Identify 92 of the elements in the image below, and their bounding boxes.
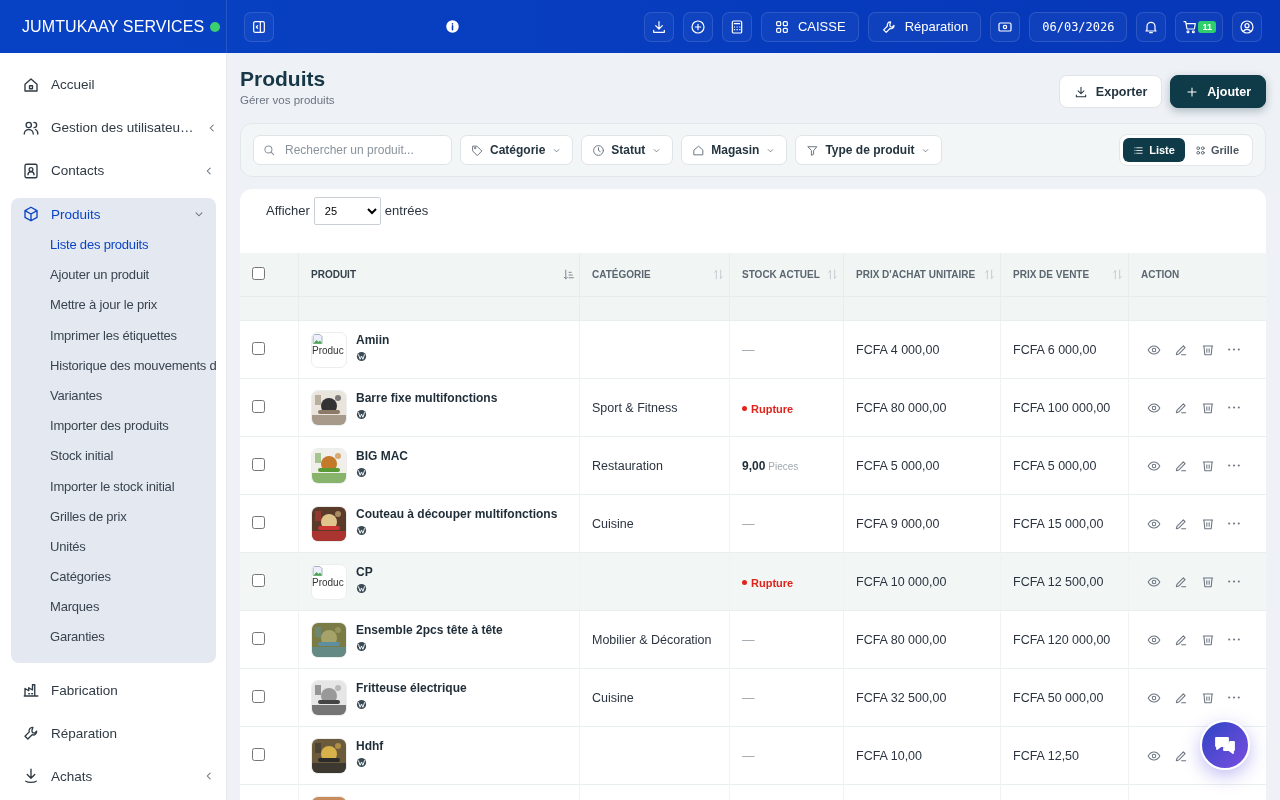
price-text: FCFA 10,00 <box>856 748 922 763</box>
submenu-item[interactable]: Ajouter un produit <box>11 260 216 291</box>
submenu-item[interactable]: Marques <box>11 592 216 623</box>
price-text: FCFA 80 000,00 <box>856 400 947 415</box>
price-text: FCFA 4 000,00 <box>856 342 940 357</box>
product-name: Barre fixe multifonctions <box>356 390 498 405</box>
filter-dropdown[interactable]: Statut <box>581 135 674 165</box>
sidebar-item[interactable]: Réparation <box>11 711 226 755</box>
search-field[interactable]: Rechercher un produit... <box>253 135 452 165</box>
product-name: Amiin <box>356 332 390 347</box>
empty-dash: — <box>742 516 755 531</box>
column-header: STOCK ACTUEL <box>742 269 820 280</box>
price-text: FCFA 50 000,00 <box>1013 690 1104 705</box>
stock-quantity: 9,00 <box>742 458 766 473</box>
category-text: Mobilier & Décoration <box>592 632 712 647</box>
product-name: Fritteuse électrique <box>356 680 467 695</box>
submenu-item[interactable]: Historique des mouvements d <box>11 350 216 381</box>
add-button[interactable]: Ajouter <box>1170 75 1266 108</box>
cashier-button[interactable]: CAISSE <box>760 11 859 42</box>
table-row[interactable]: BIG MAC Restauration 9,00 Pieces FCFA 5 000,00 FCFA 5 000,00 <box>240 436 1266 495</box>
empty-dash: — <box>742 342 755 357</box>
date-button[interactable]: 06/03/2026 <box>1029 11 1128 42</box>
table-row[interactable]: Barre fixe multifonctions Sport & Fitness Rupture FCFA 80 000,00 FCFA 100 000,00 <box>240 378 1266 437</box>
column-header: CATÉGORIE <box>592 269 651 280</box>
price-text: FCFA 15 000,00 <box>1013 516 1104 531</box>
export-button[interactable]: Exporter <box>1058 75 1163 108</box>
product-name: Ensemble 2pcs tête à tête <box>356 622 503 637</box>
filter-dropdown[interactable]: Magasin <box>681 135 788 165</box>
category-text: Restauration <box>592 458 663 473</box>
empty-dash: — <box>742 632 755 647</box>
stock-unit: Pieces <box>768 460 799 472</box>
page-title: Produits <box>240 66 327 92</box>
table-row[interactable]: Produc Amiin — FCFA 4 000,00 FCFA 6 000,00 <box>240 320 1266 379</box>
sidebar-item[interactable]: Gestion des utilisateu… <box>11 106 226 149</box>
submenu-item[interactable]: Importer le stock initial <box>11 471 216 502</box>
sidebar-item[interactable]: Accueil <box>11 63 226 106</box>
column-header: ACTION <box>1141 269 1180 280</box>
page-size-select[interactable]: 25 <box>313 197 381 225</box>
filter-dropdown[interactable]: Catégorie <box>460 135 574 165</box>
view-tab[interactable]: Grille <box>1184 138 1249 162</box>
show-label: Afficher <box>266 202 310 220</box>
submenu-item[interactable]: Importer des produits <box>11 411 216 442</box>
sidebar-item[interactable]: Contacts <box>11 149 226 192</box>
view-tab[interactable]: Liste <box>1123 138 1185 162</box>
repair-button[interactable]: Réparation <box>867 11 982 42</box>
table-row[interactable]: Produc CP Rupture FCFA 10 000,00 FCFA 12 500,00 <box>240 552 1266 611</box>
price-text: FCFA 10 000,00 <box>856 574 947 589</box>
product-name: CP <box>356 564 373 579</box>
price-text: FCFA 5 000,00 <box>1013 458 1097 473</box>
category-text: Cuisine <box>592 690 634 705</box>
price-text: FCFA 12 500,00 <box>1013 574 1104 589</box>
price-text: FCFA 9 000,00 <box>856 516 940 531</box>
sidebar-item[interactable]: Produits <box>11 198 216 230</box>
sidebar-item[interactable]: Achats <box>11 754 226 798</box>
submenu-item[interactable]: Stock initial <box>11 441 216 472</box>
count-badge: 11 <box>1198 20 1216 33</box>
filter-dropdown[interactable]: Type de produit <box>795 135 943 165</box>
submenu-item[interactable]: Unités <box>11 531 216 563</box>
column-header: PRIX D'ACHAT UNITAIRE <box>856 269 976 280</box>
submenu-item[interactable]: Imprimer les étiquettes <box>11 320 216 351</box>
submenu-item[interactable]: Garanties <box>11 622 216 653</box>
price-text: FCFA 100 000,00 <box>1013 400 1111 415</box>
alt-text: Produc <box>312 344 344 357</box>
price-text: FCFA 12,50 <box>1013 748 1079 763</box>
price-text: FCFA 120 000,00 <box>1013 632 1111 647</box>
submenu-item[interactable]: Grilles de prix <box>11 501 216 532</box>
empty-dash: — <box>742 748 755 763</box>
column-header: PRIX DE VENTE <box>1013 269 1090 280</box>
table-row[interactable]: Fritteuse électrique Cuisine — FCFA 32 500,00 FCFA 50 000,00 <box>240 668 1266 727</box>
entries-label: entrées <box>384 202 429 220</box>
price-text: FCFA 80 000,00 <box>856 632 947 647</box>
price-text: FCFA 32 500,00 <box>856 690 947 705</box>
sidebar-item[interactable]: Fabrication <box>11 668 226 712</box>
category-text: Sport & Fitness <box>592 400 678 415</box>
brand-name: JUMTUKAAY SERVICES <box>22 17 205 36</box>
category-text: Cuisine <box>592 516 634 531</box>
price-text: FCFA 6 000,00 <box>1013 342 1097 357</box>
empty-dash: — <box>742 690 755 705</box>
submenu-item[interactable]: Catégories <box>11 562 216 593</box>
product-name: Hdhf <box>356 738 384 753</box>
table-row[interactable]: Ensemble 2pcs tête à tête Mobilier & Décoration — FCFA 80 000,00 FCFA 120 000,00 <box>240 610 1266 669</box>
stock-status: Rupture <box>742 576 794 589</box>
submenu-item[interactable]: Liste des produits <box>11 230 216 261</box>
stock-status: Rupture <box>742 402 794 415</box>
product-name: Couteau à découper multifonctions <box>356 506 558 521</box>
alt-text: Produc <box>312 576 344 589</box>
page-subtitle: Gérer vos produits <box>240 94 335 106</box>
price-text: FCFA 5 000,00 <box>856 458 940 473</box>
submenu-item[interactable]: Variantes <box>11 380 216 412</box>
submenu-item[interactable]: Mettre à jour le prix <box>11 290 216 321</box>
product-name: BIG MAC <box>356 448 408 463</box>
column-header: PRODUIT <box>311 269 356 280</box>
